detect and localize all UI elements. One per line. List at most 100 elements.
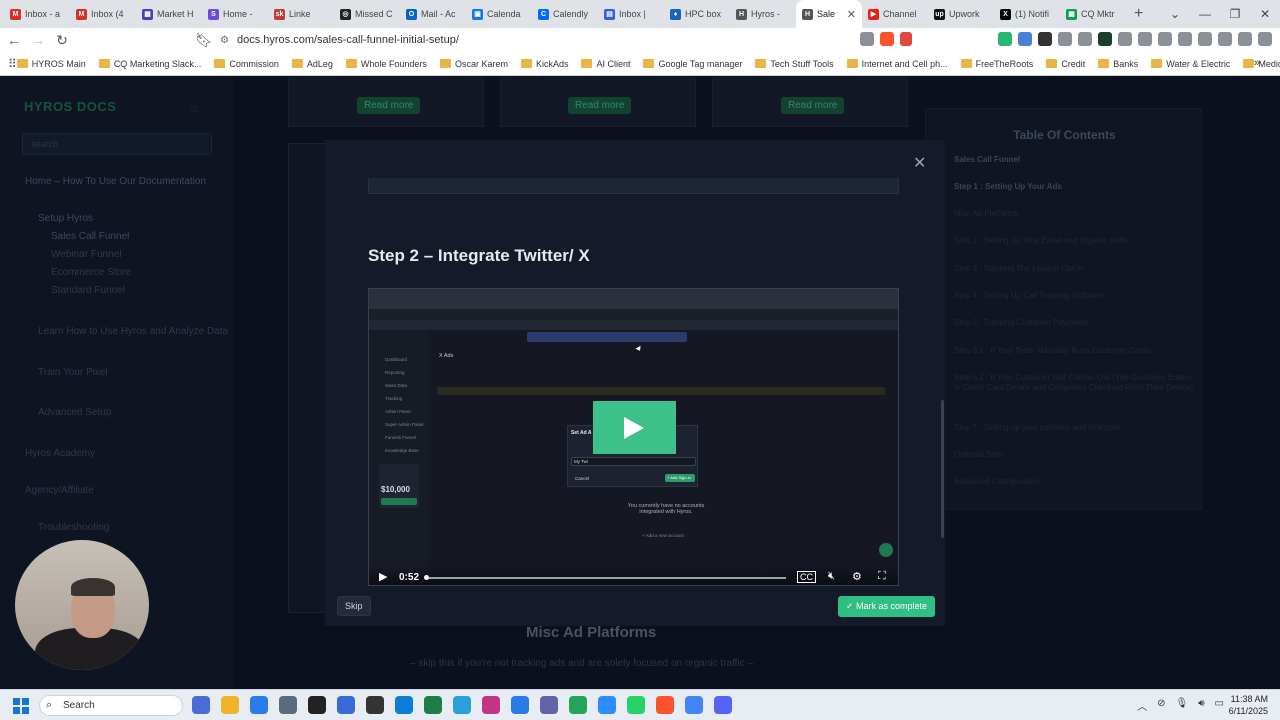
toc-item[interactable]: Optional Step: [954, 450, 1194, 460]
bookmark-item[interactable]: Whole Founders: [345, 59, 427, 69]
sidebar-item-learn[interactable]: Learn How to Use Hyros and Analyze Data: [38, 326, 228, 337]
microphone-icon[interactable]: 🎙︎: [1176, 698, 1189, 713]
taskbar-app-icon[interactable]: [424, 696, 442, 714]
toc-item[interactable]: Advanced Configuration: [954, 477, 1194, 487]
taskbar-app-icon[interactable]: [540, 696, 558, 714]
toc-item[interactable]: Step 5 : Setting up your currency and ti…: [954, 423, 1194, 433]
sidebar-item-webinar-funnel[interactable]: Webinar Funnel: [51, 249, 121, 260]
taskbar-app-icon[interactable]: [221, 696, 239, 714]
browser-tab[interactable]: ▶ Channel: [862, 0, 928, 28]
browser-tab[interactable]: up Upwork: [928, 0, 994, 28]
browser-tab[interactable]: M Inbox (4: [70, 0, 136, 28]
sidebar-item-ecommerce-store[interactable]: Ecommerce Store: [51, 267, 131, 278]
video-player[interactable]: X Ads Dashboard Reporting Sales Data Tracki…: [368, 288, 899, 586]
speaker-icon[interactable]: 🔊︎: [1198, 698, 1204, 713]
bookmark-item[interactable]: Internet and Cell ph...: [846, 59, 948, 69]
read-more-button[interactable]: Read more: [781, 97, 845, 114]
play-small-icon[interactable]: ▶: [379, 570, 387, 583]
browser-tab[interactable]: O Mail - Ac: [400, 0, 466, 28]
toc-item[interactable]: Step 3 : Tracking The Lead or Opt In: [954, 264, 1194, 274]
video-progress-knob[interactable]: [424, 575, 429, 580]
minimize-button[interactable]: —: [1190, 7, 1220, 21]
extension-icon[interactable]: [1058, 32, 1072, 46]
share-icon[interactable]: [860, 32, 874, 46]
taskbar-app-icon[interactable]: [627, 696, 645, 714]
browser-tab[interactable]: X (1) Notifi: [994, 0, 1060, 28]
taskbar-app-icon[interactable]: [395, 696, 413, 714]
sidebar-item-sales-call-funnel[interactable]: Sales Call Funnel: [51, 231, 129, 242]
extension-icon[interactable]: [1078, 32, 1092, 46]
settings-icon[interactable]: ⚙: [852, 570, 862, 583]
toc-item[interactable]: Misc Ad Platforms: [954, 209, 1194, 219]
extension-icon[interactable]: [1098, 32, 1112, 46]
sidebar-item-advanced-setup[interactable]: Advanced Setup: [38, 407, 111, 418]
bookmark-item[interactable]: Water & Electric: [1151, 59, 1230, 69]
sidebar-item-train-pixel[interactable]: Train Your Pixel: [38, 367, 108, 378]
browser-tab[interactable]: ▣ Calenda: [466, 0, 532, 28]
extension-icon[interactable]: [1138, 32, 1152, 46]
forward-icon[interactable]: →: [28, 32, 48, 48]
extension-icon[interactable]: [1018, 32, 1032, 46]
taskbar-app-icon[interactable]: [482, 696, 500, 714]
sidebar-item-standard-funnel[interactable]: Standard Funnel: [51, 285, 125, 296]
sidebar-item-setup-hyros[interactable]: Setup Hyros: [38, 213, 93, 224]
leo-ai-icon[interactable]: [1218, 32, 1232, 46]
sidebar-item-home[interactable]: Home – How To Use Our Documentation: [25, 176, 206, 187]
maximize-button[interactable]: ❐: [1220, 7, 1250, 21]
browser-tab[interactable]: M Inbox - a: [4, 0, 70, 28]
bookmark-item[interactable]: Banks: [1098, 59, 1138, 69]
skip-button[interactable]: Skip: [337, 596, 371, 616]
bookmark-item[interactable]: Tech Stuff Tools: [755, 59, 834, 69]
apps-grid-icon[interactable]: ⠿: [8, 57, 17, 71]
tab-search-icon[interactable]: ⌄: [1160, 7, 1190, 21]
taskbar-app-icon[interactable]: [279, 696, 297, 714]
taskbar-app-icon[interactable]: [569, 696, 587, 714]
bookmark-item[interactable]: Oscar Karem: [439, 59, 508, 69]
taskbar-app-icon[interactable]: [192, 696, 210, 714]
browser-tab[interactable]: sk Linke: [268, 0, 334, 28]
wallet-icon[interactable]: [1198, 32, 1212, 46]
back-icon[interactable]: ←: [4, 32, 24, 48]
sidebar-item-agency[interactable]: Agency/Affiliate: [25, 485, 94, 496]
bookmark-item[interactable]: Medical: [1243, 59, 1280, 69]
sidebar-item-troubleshooting[interactable]: Troubleshooting: [38, 522, 109, 533]
read-more-button[interactable]: Read more: [568, 97, 632, 114]
browser-tab[interactable]: ▤ Inbox |: [598, 0, 664, 28]
tray-chevron-icon[interactable]: ︿: [1137, 698, 1147, 713]
extension-icon[interactable]: [1038, 32, 1052, 46]
extension-icon[interactable]: [998, 32, 1012, 46]
close-icon[interactable]: ✕: [913, 153, 926, 173]
taskbar-app-icon[interactable]: [453, 696, 471, 714]
taskbar-search[interactable]: ⌕ Search: [39, 695, 183, 716]
captions-icon[interactable]: CC: [797, 571, 816, 583]
bookmark-item[interactable]: CQ Marketing Slack...: [98, 59, 201, 69]
new-tab-icon[interactable]: +: [1134, 5, 1154, 23]
video-progress-bar[interactable]: [426, 577, 786, 579]
hyros-docs-logo[interactable]: HYROS DOCS: [24, 99, 116, 114]
vpn-icon[interactable]: [1238, 32, 1252, 46]
toc-item[interactable]: Sales Call Funnel: [954, 155, 1194, 165]
bookmark-icon[interactable]: 🔖︎: [194, 32, 214, 49]
clock[interactable]: 11:38 AM 6/11/2025: [1229, 693, 1268, 717]
toc-item[interactable]: Step 6.2 : If Your Customer Self Checks …: [954, 373, 1194, 393]
mark-complete-button[interactable]: ✓ Mark as complete: [838, 596, 936, 617]
menu-icon[interactable]: [1258, 32, 1272, 46]
taskbar-app-icon[interactable]: [250, 696, 268, 714]
docs-search-input[interactable]: search: [22, 133, 212, 155]
bookmark-item[interactable]: Commission: [214, 59, 279, 69]
extension-icon[interactable]: [1158, 32, 1172, 46]
bookmark-item[interactable]: HYROS Main: [16, 59, 86, 69]
fullscreen-icon[interactable]: ⛶: [878, 570, 886, 583]
browser-tab[interactable]: ▦ Market H: [136, 0, 202, 28]
toc-item[interactable]: Step 4 : Setting Up Call Tracking Softwa…: [954, 291, 1194, 301]
site-info-icon[interactable]: ⚙: [220, 35, 229, 46]
bookmark-item[interactable]: FreeTheRoots: [960, 59, 1033, 69]
browser-tab[interactable]: C Calendly: [532, 0, 598, 28]
tab-close-icon[interactable]: ✕: [847, 8, 856, 21]
taskbar-app-icon[interactable]: [308, 696, 326, 714]
windows-start-icon[interactable]: [13, 698, 29, 714]
bookmark-item[interactable]: AdLeg: [291, 59, 333, 69]
taskbar-app-icon[interactable]: [366, 696, 384, 714]
bookmark-item[interactable]: AI Client: [581, 59, 630, 69]
taskbar-app-icon[interactable]: [656, 696, 674, 714]
